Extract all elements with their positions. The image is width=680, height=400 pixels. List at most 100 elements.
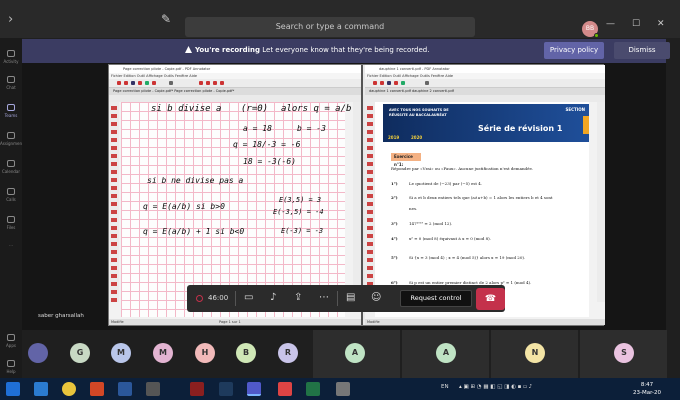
tool-icon[interactable] <box>367 146 373 150</box>
share-screen-icon[interactable]: ⇪ <box>294 292 302 304</box>
participant-avatar[interactable]: H <box>195 343 215 363</box>
tool-icon[interactable] <box>367 226 373 230</box>
text-tool-icon[interactable] <box>387 81 391 85</box>
app-icon[interactable] <box>219 382 233 396</box>
tool-icon[interactable] <box>111 290 117 294</box>
color-tool-icon[interactable] <box>220 81 224 85</box>
right-side-tools[interactable] <box>597 102 605 302</box>
tool-icon[interactable] <box>111 146 117 150</box>
rail-assignments[interactable]: Assignments <box>0 132 26 146</box>
tool-icon[interactable] <box>111 194 117 198</box>
rail-calendar[interactable]: Calendar <box>0 160 22 174</box>
pdf-annotator-icon[interactable] <box>278 382 292 396</box>
rail-help[interactable]: Help <box>0 360 22 374</box>
participant-tile[interactable]: A <box>401 330 489 378</box>
marker-tool-icon[interactable] <box>124 81 128 85</box>
microphone-icon[interactable]: ♪ <box>270 292 276 304</box>
shape-tool-icon[interactable] <box>401 81 405 85</box>
participant-avatar[interactable]: B <box>236 343 256 363</box>
minimize-button[interactable]: — <box>606 19 615 29</box>
tool-icon[interactable] <box>111 242 117 246</box>
tool-icon[interactable] <box>367 154 373 158</box>
privacy-policy-button[interactable]: Privacy policy <box>544 42 604 59</box>
start-icon[interactable] <box>6 382 20 396</box>
tool-icon[interactable] <box>111 114 117 118</box>
tool-icon[interactable] <box>367 218 373 222</box>
powerpoint-icon[interactable] <box>90 382 104 396</box>
color-tool-icon[interactable] <box>213 81 217 85</box>
rail-activity[interactable]: Activity <box>0 50 22 64</box>
rail-files[interactable]: Files <box>0 216 22 230</box>
participants-icon[interactable]: ☺ <box>371 292 381 304</box>
pen-tool-icon[interactable] <box>117 81 121 85</box>
marker-tool-icon[interactable] <box>380 81 384 85</box>
chrome-icon[interactable] <box>62 382 76 396</box>
participant-avatar[interactable]: G <box>70 343 90 363</box>
left-side-tools[interactable] <box>109 102 119 302</box>
highlight-tool-icon[interactable] <box>138 81 142 85</box>
participant-avatar[interactable]: M <box>111 343 131 363</box>
secondary-toolbar[interactable] <box>365 95 605 102</box>
annotation-toolbar[interactable] <box>365 79 605 88</box>
zoom-tool-icon[interactable] <box>169 81 173 85</box>
pen-tool-icon[interactable] <box>373 81 377 85</box>
tool-icon[interactable] <box>111 122 117 126</box>
document-tabs[interactable]: Page correction pilote - Copie.pdf* Page… <box>109 88 361 95</box>
participant-tile[interactable]: S <box>579 330 667 378</box>
tool-icon[interactable] <box>111 162 117 166</box>
tool-icon[interactable] <box>367 162 373 166</box>
tool-icon[interactable] <box>111 298 117 302</box>
tool-icon[interactable] <box>367 194 373 198</box>
tool-icon[interactable] <box>367 274 373 278</box>
tool-icon[interactable] <box>367 106 373 110</box>
tool-icon[interactable] <box>367 114 373 118</box>
app-icon[interactable] <box>336 382 350 396</box>
tool-icon[interactable] <box>367 210 373 214</box>
user-avatar[interactable]: BB <box>582 21 599 38</box>
tool-icon[interactable] <box>111 266 117 270</box>
color-tool-icon[interactable] <box>206 81 210 85</box>
participant-tile[interactable]: N <box>490 330 578 378</box>
tool-icon[interactable] <box>111 274 117 278</box>
request-control-button[interactable]: Request control <box>400 290 472 307</box>
tool-icon[interactable] <box>367 178 373 182</box>
tool-icon[interactable] <box>367 170 373 174</box>
tool-icon[interactable] <box>111 170 117 174</box>
tray-icons[interactable]: ▴ ▣ ⊞ ◔ ▦ ◧ ◱ ◨ ◐ ▪ ▫ ♪ <box>459 384 532 390</box>
tool-icon[interactable] <box>367 250 373 254</box>
hang-up-button[interactable]: ☎ <box>476 288 505 310</box>
tool-icon[interactable] <box>111 250 117 254</box>
word-icon[interactable] <box>118 382 132 396</box>
tool-icon[interactable] <box>111 258 117 262</box>
tool-icon[interactable] <box>111 210 117 214</box>
maximize-button[interactable]: ☐ <box>632 19 640 29</box>
participant-avatar[interactable]: M <box>153 343 173 363</box>
tool-icon[interactable] <box>111 202 117 206</box>
app-icon[interactable] <box>190 382 204 396</box>
rail-more[interactable]: ... <box>0 242 22 247</box>
camera-icon[interactable]: ▭ <box>244 292 253 304</box>
teams-taskbar-icon[interactable] <box>247 382 261 396</box>
annotation-toolbar[interactable] <box>109 79 361 88</box>
tool-icon[interactable] <box>111 106 117 110</box>
tool-icon[interactable] <box>111 154 117 158</box>
search-input[interactable]: Search or type a command <box>185 17 475 37</box>
right-side-tools[interactable] <box>353 102 361 302</box>
shape-tool-icon[interactable] <box>145 81 149 85</box>
tool-icon[interactable] <box>367 234 373 238</box>
text-tool-icon[interactable] <box>131 81 135 85</box>
tool-icon[interactable] <box>367 266 373 270</box>
tool-icon[interactable] <box>111 282 117 286</box>
rail-teams[interactable]: Teams <box>0 104 22 118</box>
tool-icon[interactable] <box>367 242 373 246</box>
more-options-icon[interactable]: ⋯ <box>319 292 329 304</box>
tool-icon[interactable] <box>367 138 373 142</box>
secondary-toolbar[interactable] <box>109 95 361 102</box>
tool-icon[interactable] <box>111 234 117 238</box>
participant-avatar[interactable] <box>28 343 48 363</box>
language-indicator[interactable]: EN <box>441 384 449 390</box>
tool-icon[interactable] <box>111 186 117 190</box>
system-clock[interactable]: 8:47 23-Mar-20 <box>633 381 661 397</box>
color-tool-icon[interactable] <box>199 81 203 85</box>
tool-icon[interactable] <box>367 202 373 206</box>
